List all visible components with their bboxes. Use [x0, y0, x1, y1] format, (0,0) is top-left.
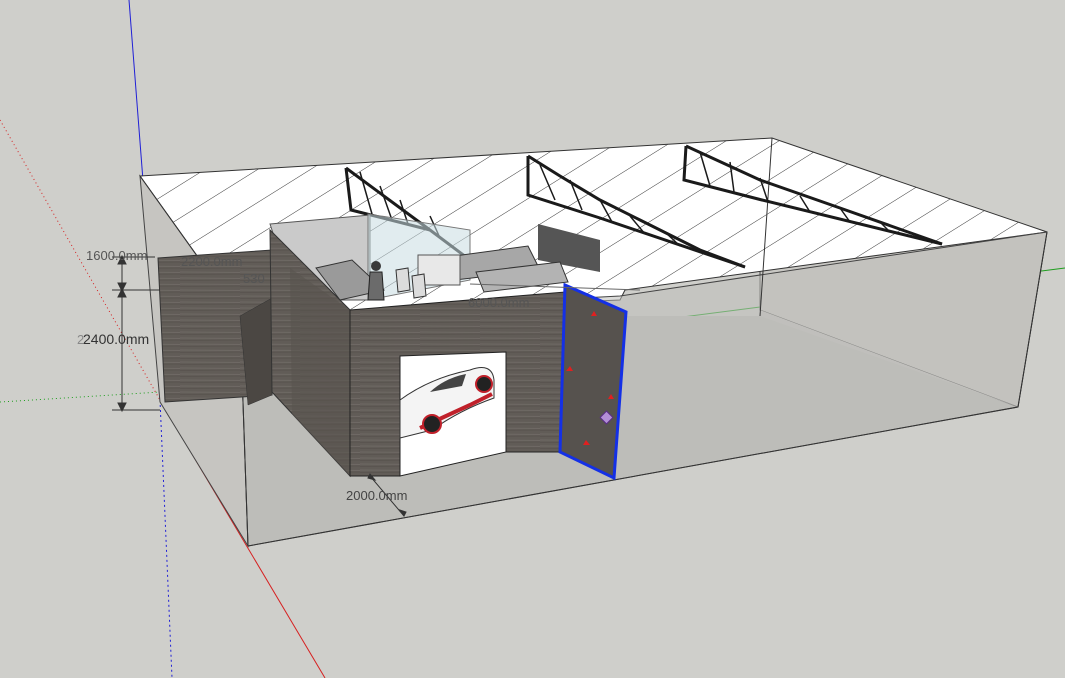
dimension-label-wall-height[interactable]: 2400.0mm: [83, 332, 149, 346]
dimension-label-partial[interactable]: 530: [243, 272, 265, 285]
selected-door[interactable]: [558, 282, 628, 481]
green-axis-hidden: [0, 391, 161, 403]
dimension-label-door-width[interactable]: 2000.0mm: [346, 489, 407, 502]
modeling-viewport[interactable]: [0, 0, 1065, 678]
blue-axis-hidden: [159, 399, 173, 678]
chair[interactable]: [411, 273, 427, 299]
dimension-label-overhead-height[interactable]: 1600.0mm: [86, 249, 147, 262]
car-wheel-rear: [475, 375, 493, 393]
car-wheel-front: [422, 414, 442, 434]
chair[interactable]: [395, 267, 411, 293]
dimension-label-overhead-width[interactable]: 2200.0mm: [181, 255, 242, 268]
dimension-label-room-length[interactable]: 6000.0mm: [468, 296, 529, 309]
